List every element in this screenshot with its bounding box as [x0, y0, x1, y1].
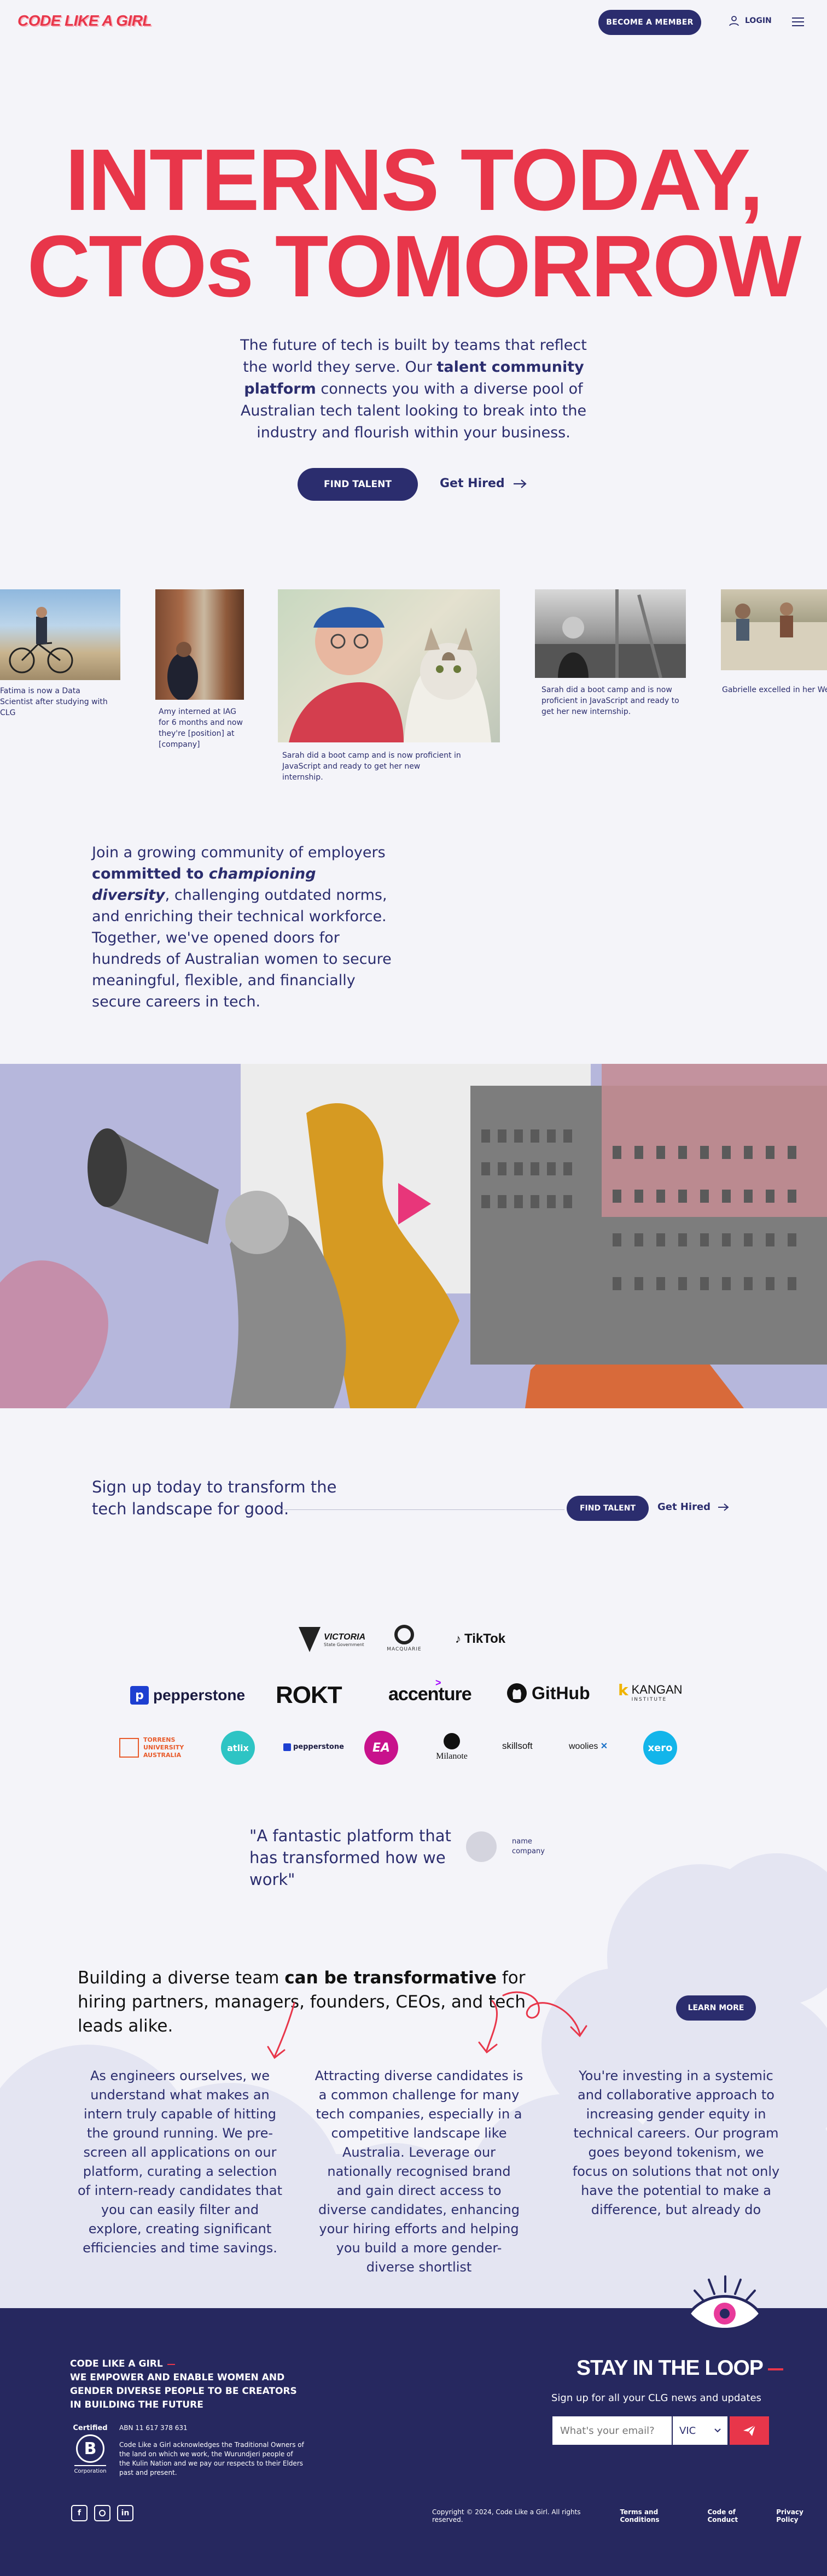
find-talent-button-secondary[interactable]: FIND TALENT [567, 1496, 649, 1521]
divider [280, 1509, 564, 1510]
instagram-icon[interactable] [94, 2505, 110, 2521]
code-of-conduct-link[interactable]: Code of Conduct [707, 2508, 767, 2524]
hero-title-line1: INTERNS TODAY, [65, 131, 764, 229]
benefit-systemic-approach: You're investing in a systemic and colla… [572, 2068, 780, 2217]
gallery-photo-4 [535, 589, 686, 678]
state-value: VIC [679, 2425, 696, 2437]
logo-tiktok: ♪ TikTok [455, 1631, 506, 1646]
logo-skillsoft: skillsoft [502, 1741, 533, 1751]
gallery-caption-1: Fatima is now a Data Scientist after stu… [0, 687, 108, 717]
benefit-engineers: As engineers ourselves, we understand wh… [77, 2068, 282, 2256]
logo-macquarie: MACQUARIE [385, 1625, 423, 1652]
logo-accenture: accenture > [388, 1677, 472, 1705]
footer-abn: ABN 11 617 378 631 [119, 2424, 188, 2432]
arrow-right-icon [718, 1503, 729, 1511]
tiktok-icon: ♪ [455, 1632, 461, 1646]
subscribe-button[interactable] [730, 2416, 769, 2445]
community-bold: committed to [92, 865, 209, 882]
gallery-photo-3 [278, 589, 500, 742]
footer-brand-name: CODE LIKE A GIRL [70, 2358, 163, 2369]
gallery-caption-3: Sarah did a boot camp and is now profici… [282, 751, 461, 782]
github-icon [507, 1683, 527, 1703]
newsletter-subtitle: Sign up for all your CLG news and update… [551, 2392, 761, 2404]
gallery-caption-4: Sarah did a boot camp and is now profici… [541, 686, 679, 716]
logo-pepperstone-small: pepperstone [283, 1743, 344, 1751]
get-hired-link[interactable]: Get Hired [440, 477, 528, 490]
gallery-caption-5: Gabrielle excelled in her Web [722, 686, 827, 694]
find-talent-button[interactable]: FIND TALENT [298, 468, 418, 501]
learn-more-button[interactable]: LEARN MORE [676, 1995, 756, 2021]
community-text-2: , challenging outdated norms, and enrich… [92, 887, 392, 1010]
state-select[interactable]: VIC [673, 2416, 727, 2445]
logo-victoria: VICTORIA State Government [299, 1627, 365, 1652]
site-logo[interactable]: CODE LIKE A GIRL [18, 12, 152, 30]
send-icon [743, 2425, 756, 2436]
footer-brand: CODE LIKE A GIRL WE EMPOWER AND ENABLE W… [70, 2357, 300, 2412]
hero-title: INTERNS TODAY, CTOs TOMORROW [0, 131, 827, 315]
hero-subtitle: The future of tech is built by teams tha… [230, 335, 597, 444]
become-member-button[interactable]: BECOME A MEMBER [598, 10, 701, 35]
logo-atlix: atlix [221, 1731, 255, 1765]
logo-pepperstone: p pepperstone [130, 1686, 245, 1705]
community-text: Join a growing community of employers [92, 844, 386, 861]
signup-text: Sign up today to transform the tech land… [92, 1478, 337, 1518]
login-link[interactable]: LOGIN [729, 15, 772, 26]
b-corp-badge: Certified B Corporation [73, 2424, 108, 2474]
chevron-down-icon [714, 2428, 721, 2433]
benefit-diverse-candidates: Attracting diverse candidates is a commo… [315, 2068, 523, 2275]
gallery-caption-2: Amy interned at IAG for 6 months and now… [159, 707, 243, 749]
community-paragraph: Join a growing community of employers co… [92, 842, 392, 1012]
footer-mission: WE EMPOWER AND ENABLE WOMEN AND GENDER D… [70, 2372, 297, 2410]
logo-woolies: woolies ✕ [569, 1742, 608, 1751]
logo-torrens: TORRENS UNIVERSITY AUSTRALIA [119, 1736, 203, 1759]
footer-acknowledgement: Code Like a Girl acknowledges the Tradit… [119, 2441, 304, 2477]
logo-xero: xero [643, 1731, 677, 1765]
footer-legal: Copyright © 2024, Code Like a Girl. All … [432, 2508, 827, 2524]
user-icon [729, 16, 739, 26]
gallery-photo-1 [0, 589, 120, 680]
newsletter-title: STAY IN THE LOOP [576, 2356, 783, 2380]
logo-ea: EA [364, 1731, 398, 1765]
transform-bold: can be transformative [284, 1968, 497, 1988]
hero-title-line2: CTOs TOMORROW [27, 217, 802, 315]
email-input[interactable] [552, 2416, 672, 2445]
arrow-right-icon [513, 479, 527, 488]
logo-rokt: ROKT [276, 1682, 342, 1708]
facebook-icon[interactable]: f [71, 2505, 88, 2521]
logo-kangan: k KANGAN INSTITUTE [618, 1681, 683, 1703]
get-hired-label: Get Hired [657, 1501, 711, 1513]
login-label: LOGIN [745, 16, 772, 25]
transform-text: Building a diverse team [78, 1968, 285, 1988]
menu-icon[interactable] [792, 17, 804, 29]
get-hired-label: Get Hired [440, 477, 505, 490]
video-banner[interactable] [0, 1064, 827, 1408]
linkedin-icon[interactable]: in [117, 2505, 133, 2521]
terms-link[interactable]: Terms and Conditions [620, 2508, 698, 2524]
copyright: Copyright © 2024, Code Like a Girl. All … [432, 2508, 581, 2524]
accenture-mark-icon: > [435, 1677, 441, 1688]
privacy-link[interactable]: Privacy Policy [776, 2508, 827, 2524]
woolies-mark-icon: ✕ [598, 1742, 608, 1751]
logo-milanote: Milanote [429, 1733, 475, 1761]
get-hired-link-secondary[interactable]: Get Hired [657, 1501, 730, 1513]
testimonial-name: name [512, 1837, 532, 1846]
gallery-photo-2 [155, 589, 244, 700]
eye-icon [687, 2275, 762, 2331]
gallery-photo-5 [721, 589, 827, 670]
squiggle-arrows [267, 1991, 587, 2059]
logo-github: GitHub [506, 1683, 590, 1703]
